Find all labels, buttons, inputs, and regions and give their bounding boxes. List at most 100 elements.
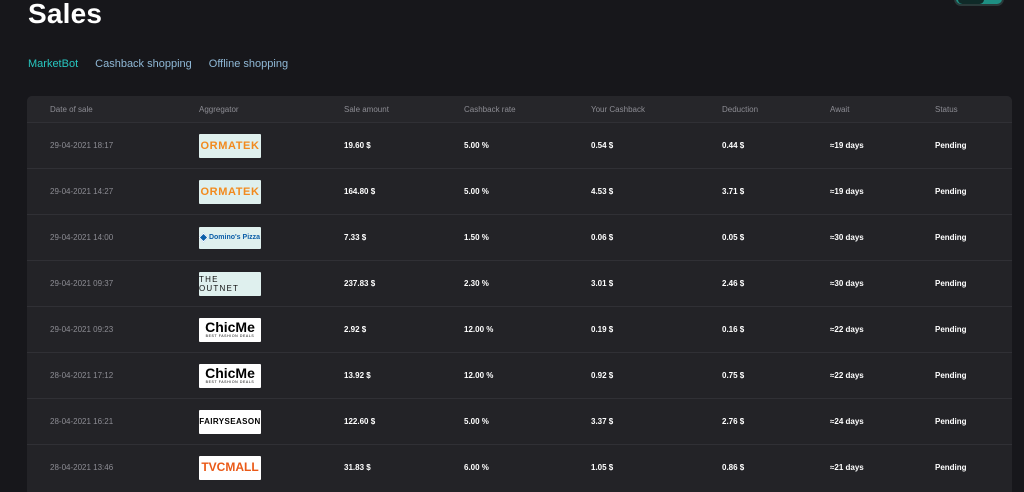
cell-status: Pending <box>935 279 967 288</box>
dominos-logo: Domino's Pizza <box>199 226 261 249</box>
sales-tabs: MarketBot Cashback shopping Offline shop… <box>28 58 288 70</box>
cell-await: ≈19 days <box>830 141 864 150</box>
cell-aggregator[interactable]: Domino's Pizza <box>199 226 344 249</box>
cell-await: ≈19 days <box>830 187 864 196</box>
cell-date: 28-04-2021 17:12 <box>50 371 114 380</box>
tab-offline-shopping[interactable]: Offline shopping <box>209 58 288 70</box>
cell-sale-amount: 2.92 $ <box>344 325 367 334</box>
cell-await: ≈22 days <box>830 371 864 380</box>
header-date-of-sale[interactable]: Date of sale <box>27 105 199 114</box>
logo-tagline: BEST FASHION DEALS <box>205 334 255 338</box>
outnet-logo: THE OUTNET <box>199 271 261 296</box>
chicme-logo: ChicMe BEST FASHION DEALS <box>199 363 261 388</box>
cell-your-cashback: 1.05 $ <box>591 463 614 472</box>
cell-aggregator[interactable]: THE OUTNET <box>199 271 344 296</box>
cell-date: 29-04-2021 14:00 <box>50 233 114 242</box>
cell-deduction: 0.05 $ <box>722 233 745 242</box>
logo-text: ChicMe <box>205 319 255 335</box>
cell-date: 28-04-2021 13:46 <box>50 463 114 472</box>
cell-deduction: 2.46 $ <box>722 279 745 288</box>
cell-status: Pending <box>935 371 967 380</box>
cell-deduction: 0.75 $ <box>722 371 745 380</box>
table-row[interactable]: 28-04-2021 17:12 ChicMe BEST FASHION DEALS… <box>27 352 1012 398</box>
cell-status: Pending <box>935 325 967 334</box>
table-body: 29-04-2021 18:17 ORMATEK 19.60 $ 5.00 % 0.54… <box>27 122 1012 490</box>
cell-your-cashback: 0.92 $ <box>591 371 614 380</box>
cell-your-cashback: 3.01 $ <box>591 279 614 288</box>
cell-sale-amount: 237.83 $ <box>344 279 376 288</box>
cell-cashback-rate: 2.30 % <box>464 279 489 288</box>
tab-cashback-shopping[interactable]: Cashback shopping <box>95 58 192 70</box>
cell-cashback-rate: 5.00 % <box>464 141 489 150</box>
header-aggregator[interactable]: Aggregator <box>199 105 344 114</box>
table-row[interactable]: 29-04-2021 18:17 ORMATEK 19.60 $ 5.00 % 0.54… <box>27 122 1012 168</box>
cell-deduction: 0.16 $ <box>722 325 745 334</box>
domino-icon <box>199 232 209 243</box>
theme-toggle[interactable] <box>954 0 1004 6</box>
logo-text: Domino's Pizza <box>208 234 261 241</box>
cell-date: 29-04-2021 09:23 <box>50 325 114 334</box>
cell-aggregator[interactable]: ORMATEK <box>199 179 344 204</box>
cell-aggregator[interactable]: ORMATEK <box>199 133 344 158</box>
table-row[interactable]: 28-04-2021 16:21 FAIRYSEASON 122.60 $ 5.00 … <box>27 398 1012 444</box>
tab-marketbot[interactable]: MarketBot <box>28 58 78 70</box>
header-your-cashback[interactable]: Your Cashback <box>591 105 722 114</box>
cell-cashback-rate: 5.00 % <box>464 417 489 426</box>
cell-status: Pending <box>935 463 967 472</box>
cell-date: 28-04-2021 16:21 <box>50 417 114 426</box>
cell-date: 29-04-2021 14:27 <box>50 187 114 196</box>
sales-table: Date of sale Aggregator Sale amount Cash… <box>27 96 1012 492</box>
header-await[interactable]: Await <box>830 105 935 114</box>
cell-cashback-rate: 1.50 % <box>464 233 489 242</box>
cell-status: Pending <box>935 233 967 242</box>
cell-cashback-rate: 12.00 % <box>464 371 494 380</box>
logo-tagline: BEST FASHION DEALS <box>205 380 255 384</box>
cell-status: Pending <box>935 187 967 196</box>
cell-sale-amount: 7.33 $ <box>344 233 367 242</box>
cell-aggregator[interactable]: ChicMe BEST FASHION DEALS <box>199 317 344 342</box>
logo-text: ORMATEK <box>200 185 260 198</box>
cell-date: 29-04-2021 18:17 <box>50 141 114 150</box>
logo-text: THE OUTNET <box>199 274 240 293</box>
chicme-logo: ChicMe BEST FASHION DEALS <box>199 317 261 342</box>
logo-text: TVCMALL <box>201 460 259 474</box>
table-row[interactable]: 29-04-2021 09:23 ChicMe BEST FASHION DEALS… <box>27 306 1012 352</box>
table-row[interactable]: 28-04-2021 13:46 TVCMALL 31.83 $ 6.00 % 1.05… <box>27 444 1012 490</box>
table-header: Date of sale Aggregator Sale amount Cash… <box>27 96 1012 122</box>
cell-status: Pending <box>935 417 967 426</box>
table-row[interactable]: 29-04-2021 14:00 Domino's Pizza 7.33 $ 1.50… <box>27 214 1012 260</box>
cell-aggregator[interactable]: FAIRYSEASON <box>199 409 344 434</box>
cell-await: ≈24 days <box>830 417 864 426</box>
cell-sale-amount: 31.83 $ <box>344 463 371 472</box>
sales-page: Sales MarketBot Cashback shopping Offlin… <box>0 0 1024 492</box>
cell-date: 29-04-2021 09:37 <box>50 279 114 288</box>
cell-your-cashback: 4.53 $ <box>591 187 614 196</box>
cell-cashback-rate: 5.00 % <box>464 187 489 196</box>
logo-text: ORMATEK <box>200 139 260 152</box>
cell-deduction: 0.44 $ <box>722 141 745 150</box>
cell-await: ≈21 days <box>830 463 864 472</box>
table-row[interactable]: 29-04-2021 14:27 ORMATEK 164.80 $ 5.00 % 4.5… <box>27 168 1012 214</box>
cell-your-cashback: 0.06 $ <box>591 233 614 242</box>
fairyseason-logo: FAIRYSEASON <box>199 409 261 434</box>
header-cashback-rate[interactable]: Cashback rate <box>464 105 591 114</box>
cell-your-cashback: 0.54 $ <box>591 141 614 150</box>
cell-status: Pending <box>935 141 967 150</box>
cell-aggregator[interactable]: TVCMALL <box>199 455 344 480</box>
cell-cashback-rate: 6.00 % <box>464 463 489 472</box>
cell-deduction: 0.86 $ <box>722 463 745 472</box>
tvcmall-logo: TVCMALL <box>199 455 261 480</box>
cell-aggregator[interactable]: ChicMe BEST FASHION DEALS <box>199 363 344 388</box>
cell-sale-amount: 13.92 $ <box>344 371 371 380</box>
logo-text: ChicMe <box>205 365 255 381</box>
cell-await: ≈30 days <box>830 233 864 242</box>
header-sale-amount[interactable]: Sale amount <box>344 105 464 114</box>
page-title: Sales <box>28 0 103 29</box>
table-row[interactable]: 29-04-2021 09:37 THE OUTNET 237.83 $ 2.30 %… <box>27 260 1012 306</box>
logo-text: FAIRYSEASON <box>199 417 261 426</box>
header-status[interactable]: Status <box>935 105 1012 114</box>
header-deduction[interactable]: Deduction <box>722 105 830 114</box>
cell-cashback-rate: 12.00 % <box>464 325 494 334</box>
cell-sale-amount: 122.60 $ <box>344 417 376 426</box>
ormatek-logo: ORMATEK <box>199 179 261 204</box>
